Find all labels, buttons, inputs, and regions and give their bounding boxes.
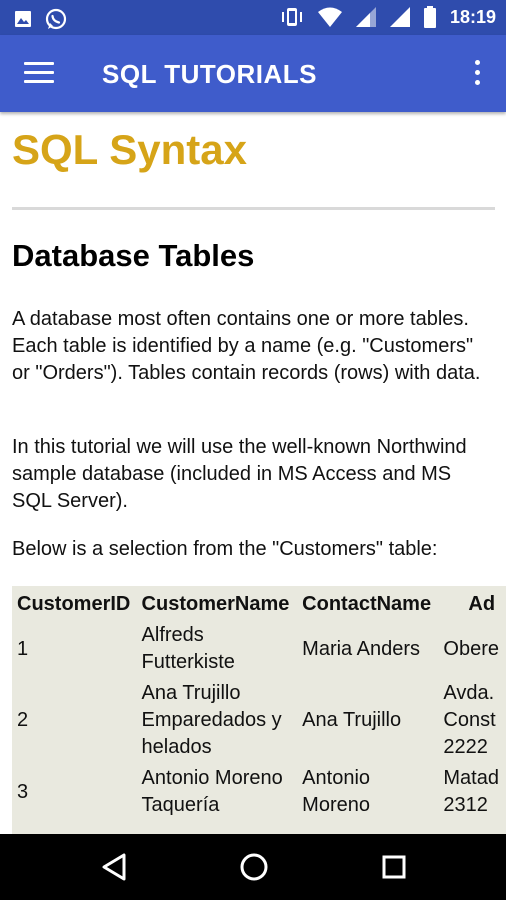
- column-header: CustomerID: [17, 593, 131, 615]
- table-cell: 1: [17, 637, 29, 660]
- column-header: CustomerName: [141, 593, 290, 615]
- recent-apps-square-icon[interactable]: [376, 849, 412, 885]
- paragraph: Below is a selection from the "Customers…: [12, 538, 438, 560]
- status-time: 18:19: [449, 6, 496, 27]
- app-title: SQL TUTORIALS: [102, 59, 317, 89]
- table-cell: 3: [17, 780, 29, 803]
- tutorial-content[interactable]: SQL Syntax Database Tables A database mo…: [12, 112, 506, 834]
- table-cell: Antonio Moreno: [302, 767, 371, 816]
- table-cell: Ana Trujillo Emparedados y helados: [141, 682, 282, 758]
- divider: [12, 207, 495, 210]
- table-row: 1 Alfreds Futterkiste Maria Anders Obere: [12, 620, 506, 678]
- section-heading: Database Tables: [12, 238, 255, 273]
- column-header: Ad: [468, 593, 496, 615]
- table-cell: Obere: [443, 637, 499, 660]
- table-cell: Maria Anders: [302, 637, 421, 660]
- table-cell: 2: [17, 709, 29, 731]
- hamburger-menu-icon[interactable]: [24, 62, 54, 84]
- table-cell: Avda. Const 2222: [443, 682, 496, 758]
- vibrate-icon: [281, 8, 302, 26]
- column-header: ContactName: [302, 593, 432, 615]
- home-circle-icon[interactable]: [236, 849, 272, 885]
- table-cell: Matad 2312: [443, 767, 499, 816]
- back-triangle-icon[interactable]: [96, 849, 132, 885]
- app-bar: SQL TUTORIALS: [0, 35, 506, 112]
- image-icon: [15, 11, 31, 27]
- table-cell: Ana Trujillo: [302, 709, 402, 731]
- table-header-row: CustomerID CustomerName ContactName Ad: [12, 586, 506, 620]
- table-cell: Antonio Moreno Taquería: [141, 767, 283, 816]
- navigation-bar: [0, 834, 506, 900]
- status-bar: 18:19: [0, 0, 506, 35]
- customers-table[interactable]: CustomerID CustomerName ContactName Ad 1…: [12, 586, 506, 834]
- battery-icon: [423, 6, 436, 28]
- paragraph: In this tutorial we will use the well-kn…: [12, 436, 467, 512]
- table-row: 2 Ana Trujillo Emparedados y helados Ana…: [12, 678, 506, 763]
- page-title: SQL Syntax: [12, 126, 247, 173]
- whatsapp-icon: [45, 8, 67, 30]
- table-row: 3 Antonio Moreno Taquería Antonio Moreno…: [12, 763, 506, 821]
- table-cell: Alfreds Futterkiste: [141, 624, 235, 673]
- signal-icon: [355, 7, 376, 27]
- paragraph: A database most often contains one or mo…: [12, 308, 481, 384]
- wifi-icon: [317, 7, 342, 27]
- signal-icon: [389, 7, 410, 27]
- more-vert-icon[interactable]: [472, 60, 482, 90]
